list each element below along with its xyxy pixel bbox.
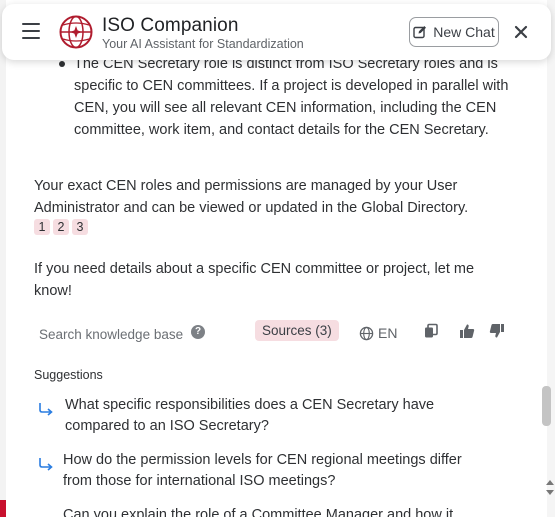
suggestion-text: What specific responsibilities does a CE…: [65, 397, 435, 434]
right-edge: [547, 0, 555, 517]
message-toolbar: Search knowledge base ? Sources (3) EN: [34, 320, 534, 344]
new-chat-label: New Chat: [433, 24, 495, 40]
reply-arrow-icon: [39, 458, 53, 471]
bullet-dot: [59, 61, 65, 67]
scroll-up-arrow[interactable]: [546, 480, 554, 485]
citation-1[interactable]: 1: [34, 219, 50, 235]
chat-panel: The CEN Secretary role is distinct from …: [6, 0, 547, 517]
copy-icon[interactable]: [423, 323, 439, 339]
paragraph: If you need details about a specific CEN…: [34, 261, 475, 299]
app-header: ISO Companion Your AI Assistant for Stan…: [2, 4, 551, 60]
scroll-down-arrow[interactable]: [546, 490, 554, 495]
suggestion-item[interactable]: How do the permission levels for CEN reg…: [34, 450, 504, 494]
app-title: ISO Companion: [102, 15, 239, 36]
language-selector[interactable]: EN: [359, 322, 397, 344]
scrollbar-thumb[interactable]: [542, 386, 551, 426]
suggestion-text: Can you explain the role of a Committee …: [63, 507, 454, 517]
language-label: EN: [378, 325, 398, 341]
thumbs-up-icon[interactable]: [459, 323, 475, 339]
help-icon[interactable]: ?: [191, 325, 205, 339]
citation-3[interactable]: 3: [72, 219, 88, 235]
reply-arrow-icon: [39, 403, 53, 416]
citation-list: 1 2 3: [34, 219, 88, 235]
paragraph: Your exact CEN roles and permissions are…: [34, 178, 469, 216]
sources-button[interactable]: Sources (3): [255, 320, 339, 341]
edit-icon: [413, 26, 427, 39]
suggestion-text: How do the permission levels for CEN reg…: [63, 452, 462, 489]
suggestion-item[interactable]: What specific responsibilities does a CE…: [34, 395, 504, 439]
list-item: The CEN Secretary role is distinct from …: [59, 53, 514, 141]
new-chat-button[interactable]: New Chat: [409, 17, 499, 47]
bullet-text: The CEN Secretary role is distinct from …: [74, 56, 509, 138]
thumbs-down-icon[interactable]: [489, 323, 505, 339]
suggestion-item[interactable]: Can you explain the role of a Committee …: [34, 505, 504, 517]
citation-2[interactable]: 2: [53, 219, 69, 235]
globe-icon: [359, 326, 374, 340]
close-icon[interactable]: [510, 21, 532, 43]
suggestions-heading: Suggestions: [34, 368, 103, 382]
hamburger-menu-icon[interactable]: [22, 23, 40, 39]
iso-logo-icon: [59, 15, 93, 49]
search-knowledge-base-button[interactable]: Search knowledge base: [39, 324, 183, 346]
app-subtitle: Your AI Assistant for Standardization: [102, 37, 304, 51]
